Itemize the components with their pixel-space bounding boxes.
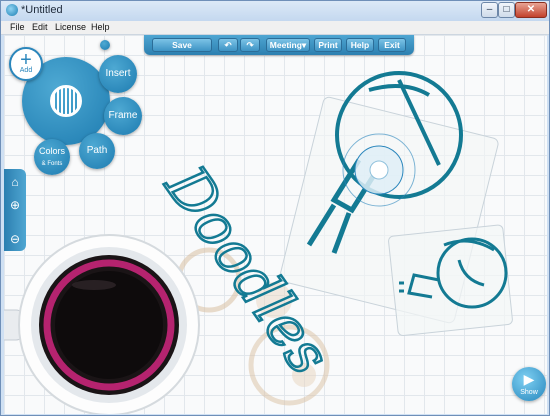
- title-bar: *Untitled – □ ✕: [1, 1, 549, 21]
- main-toolbar: Save ↶ ↷ Meeting▾ Print Help Exit: [144, 35, 414, 55]
- menu-edit[interactable]: Edit: [32, 21, 48, 34]
- logo-icon: [50, 85, 82, 117]
- meeting-button[interactable]: Meeting▾: [266, 38, 310, 52]
- home-icon[interactable]: ⌂: [7, 174, 23, 190]
- help-button[interactable]: Help: [346, 38, 374, 52]
- exit-button[interactable]: Exit: [378, 38, 406, 52]
- zoom-in-icon[interactable]: ⊕: [7, 197, 23, 213]
- minimize-button[interactable]: –: [481, 2, 498, 18]
- menu-file[interactable]: File: [10, 21, 25, 34]
- chevron-down-icon: ▾: [301, 40, 307, 50]
- maximize-button[interactable]: □: [498, 2, 515, 18]
- colors-label: Colors: [38, 146, 65, 156]
- rotate-handle-center[interactable]: [369, 160, 389, 180]
- add-label: Add: [19, 67, 33, 74]
- menu-bar: File Edit License Help: [1, 21, 549, 35]
- save-button[interactable]: Save: [152, 38, 212, 52]
- path-label: Path: [86, 145, 108, 156]
- meeting-label: Meeting: [269, 40, 302, 50]
- show-button[interactable]: ▶ Show: [512, 367, 546, 401]
- app-logo-icon: [6, 4, 18, 16]
- insert-button[interactable]: Insert: [99, 55, 137, 93]
- play-icon: ▶: [523, 371, 535, 387]
- frame-button[interactable]: Frame: [104, 97, 142, 135]
- side-toolbar: ⌂ ⊕ ⊖: [4, 169, 26, 251]
- close-button[interactable]: ✕: [515, 2, 547, 18]
- colors-button[interactable]: Colors & Fonts: [34, 139, 70, 175]
- redo-button[interactable]: ↷: [240, 38, 260, 52]
- frame-label: Frame: [108, 110, 138, 121]
- add-button[interactable]: + Add: [9, 47, 43, 81]
- zoom-out-icon[interactable]: ⊖: [7, 231, 23, 247]
- undo-button[interactable]: ↶: [218, 38, 238, 52]
- coffee-cup: [4, 234, 200, 414]
- drawing-canvas[interactable]: Doodles Save ↶ ↷ Meeting▾ Print Help Exi…: [4, 35, 547, 414]
- colors-sublabel: & Fonts: [41, 161, 63, 167]
- print-button[interactable]: Print: [314, 38, 342, 52]
- radial-menu-dot[interactable]: [100, 40, 110, 50]
- insert-label: Insert: [105, 68, 131, 79]
- menu-license[interactable]: License: [55, 21, 86, 34]
- window-title: *Untitled: [21, 4, 63, 16]
- app-window: *Untitled – □ ✕ File Edit License Help D…: [0, 0, 550, 416]
- menu-help[interactable]: Help: [91, 21, 110, 34]
- path-button[interactable]: Path: [79, 133, 115, 169]
- show-label: Show: [520, 389, 538, 396]
